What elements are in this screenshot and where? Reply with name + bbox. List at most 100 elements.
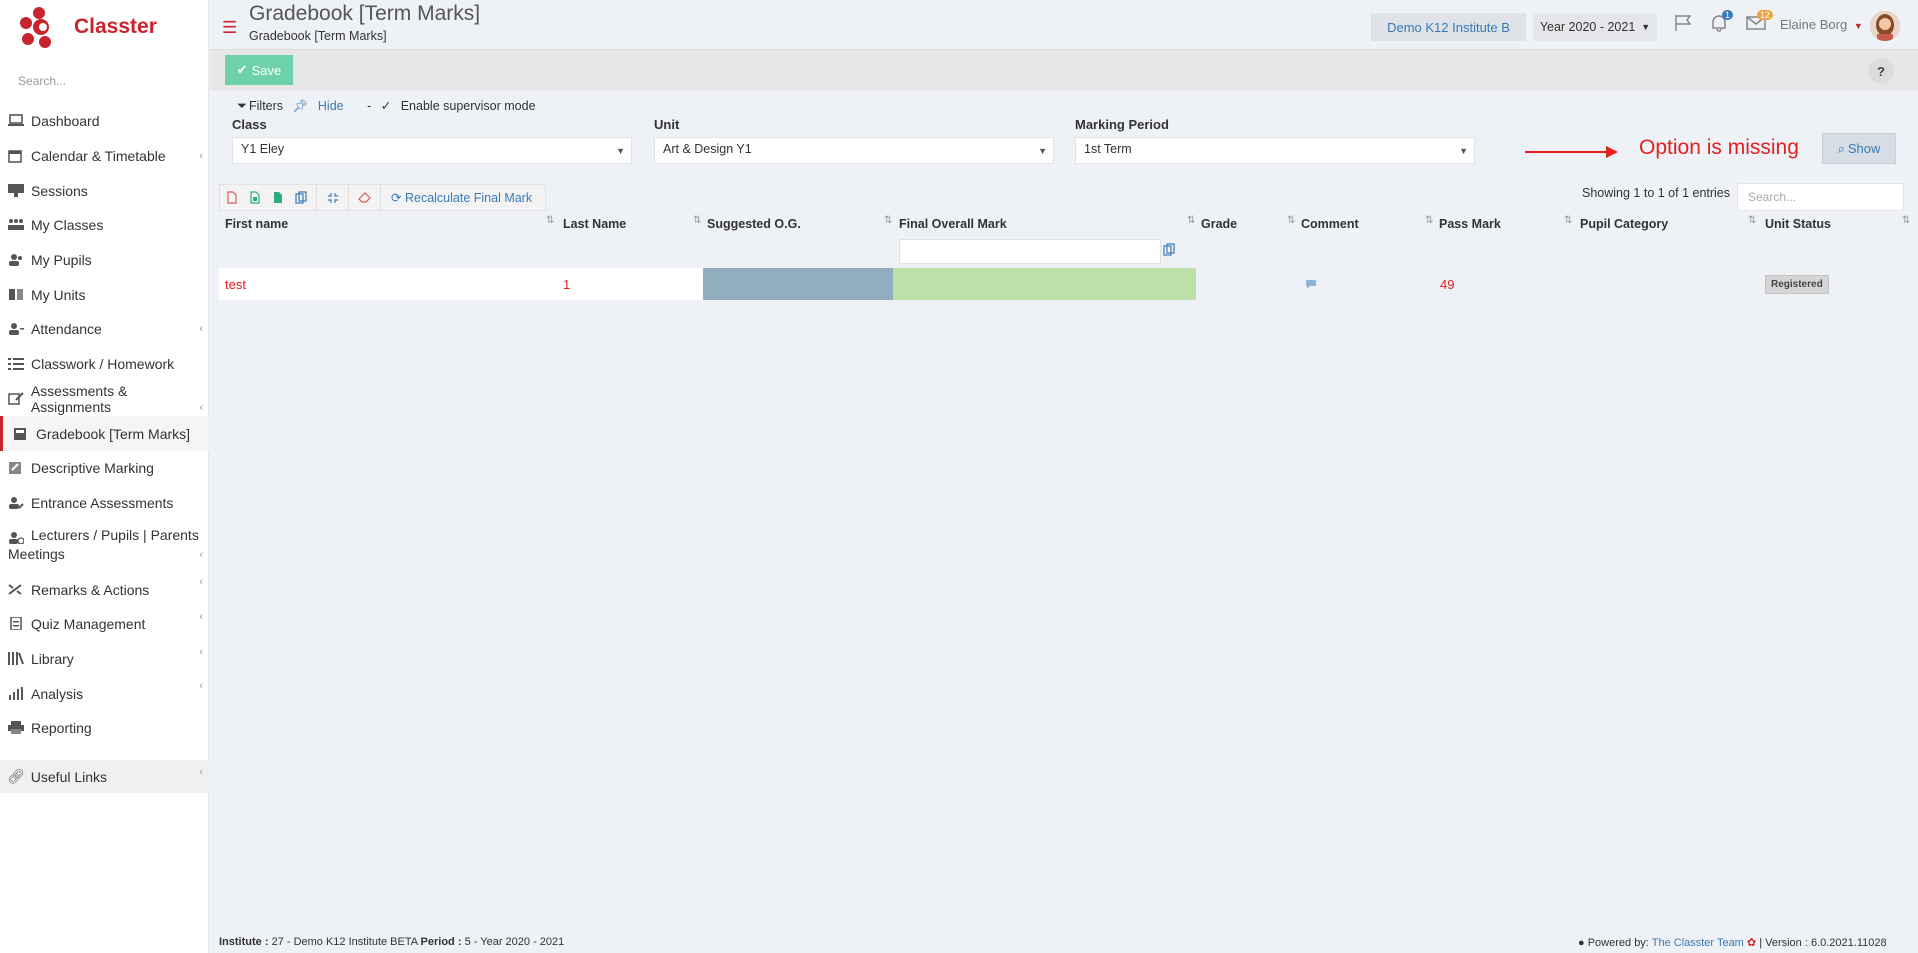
comment-icon[interactable] bbox=[1305, 268, 1317, 300]
show-button[interactable]: ⌕ Show bbox=[1822, 133, 1896, 164]
sort-icon[interactable]: ⇅ bbox=[1564, 215, 1572, 226]
sort-icon[interactable]: ⇅ bbox=[1902, 215, 1910, 226]
sidebar-item-label: My Classes bbox=[31, 217, 104, 234]
chevron-left-icon: ‹ bbox=[199, 149, 203, 162]
institute-selector[interactable]: Demo K12 Institute B bbox=[1371, 13, 1526, 41]
column-first-name[interactable]: First name bbox=[225, 217, 288, 231]
caret-down-icon: ▼ bbox=[1853, 21, 1863, 31]
chevron-left-icon: ‹ bbox=[199, 576, 203, 589]
table-header: First name ⇅ Last Name ⇅ Suggested O.G. … bbox=[219, 215, 1910, 235]
avatar[interactable] bbox=[1870, 11, 1900, 41]
sidebar-item-label: Gradebook [Term Marks] bbox=[36, 425, 191, 442]
sidebar-item-attendance[interactable]: Attendance ‹ bbox=[0, 312, 209, 347]
classter-team-link[interactable]: The Classter Team bbox=[1652, 937, 1744, 949]
pdf-export-icon[interactable] bbox=[220, 184, 243, 211]
user-menu[interactable]: Elaine Borg ▼ bbox=[1780, 17, 1863, 32]
table-search-input[interactable]: Search... bbox=[1737, 183, 1904, 211]
sort-icon[interactable]: ⇅ bbox=[693, 215, 701, 226]
sidebar-item-label: Classwork / Homework bbox=[31, 356, 175, 373]
sidebar-item-my-classes[interactable]: My Classes bbox=[0, 208, 209, 243]
column-unit-status[interactable]: Unit Status bbox=[1765, 217, 1831, 231]
sort-icon[interactable]: ⇅ bbox=[1748, 215, 1756, 226]
cell-first-name[interactable]: test bbox=[225, 268, 246, 300]
unit-select[interactable]: Art & Design Y1 ▼ bbox=[654, 137, 1054, 164]
caret-down-icon: ▼ bbox=[1038, 146, 1047, 156]
printer-icon bbox=[8, 721, 25, 735]
sidebar-item-my-pupils[interactable]: My Pupils bbox=[0, 243, 209, 278]
sidebar-item-meetings[interactable]: Lecturers / Pupils | Parents Meetings ‹ bbox=[0, 520, 209, 572]
table-row: test 1 49 Registered bbox=[219, 268, 1909, 300]
column-comment[interactable]: Comment bbox=[1301, 217, 1359, 231]
sidebar-item-calendar[interactable]: Calendar & Timetable ‹ bbox=[0, 139, 209, 174]
sidebar-item-label: My Pupils bbox=[31, 252, 92, 269]
save-button[interactable]: ✔ Save bbox=[225, 55, 293, 85]
sidebar-item-gradebook[interactable]: Gradebook [Term Marks] bbox=[0, 416, 209, 451]
sidebar-search-input[interactable]: Search... bbox=[18, 74, 66, 88]
compress-icon[interactable] bbox=[321, 184, 344, 211]
cell-last-name[interactable]: 1 bbox=[563, 268, 570, 300]
caret-down-icon: ▼ bbox=[616, 146, 625, 156]
final-mark-filter-input[interactable] bbox=[899, 239, 1161, 264]
cell-suggested-og bbox=[703, 268, 893, 300]
chevron-left-icon: ‹ bbox=[199, 610, 203, 623]
column-final-overall-mark[interactable]: Final Overall Mark bbox=[899, 217, 1007, 231]
excel-export-icon[interactable] bbox=[243, 184, 266, 211]
check-icon: ✔ bbox=[236, 62, 248, 77]
sidebar-item-label: Attendance bbox=[31, 321, 102, 338]
recalculate-label: Recalculate Final Mark bbox=[404, 191, 533, 205]
version-text: | Version : 6.0.2021.11028 bbox=[1759, 937, 1887, 949]
filters-separator: - bbox=[367, 99, 372, 113]
help-button[interactable]: ? bbox=[1868, 58, 1894, 84]
cell-final-overall-mark[interactable] bbox=[893, 268, 1196, 300]
column-last-name[interactable]: Last Name bbox=[563, 217, 626, 231]
column-pass-mark[interactable]: Pass Mark bbox=[1439, 217, 1501, 231]
menu-toggle-icon[interactable]: ☰ bbox=[222, 18, 237, 38]
copy-icon[interactable] bbox=[1163, 243, 1175, 259]
show-button-label: Show bbox=[1847, 141, 1881, 156]
csv-export-icon[interactable] bbox=[266, 184, 289, 211]
column-grade[interactable]: Grade bbox=[1201, 217, 1237, 231]
annotation-arrow-head bbox=[1606, 146, 1618, 158]
class-select[interactable]: Y1 Eley ▼ bbox=[232, 137, 632, 164]
sidebar-item-assessments[interactable]: Assessments & Assignments ‹ bbox=[0, 382, 209, 417]
sidebar-item-library[interactable]: Library ‹ bbox=[0, 642, 209, 677]
hide-filters-link[interactable]: 📌︎ Hide bbox=[293, 99, 350, 113]
sort-icon[interactable]: ⇅ bbox=[1287, 215, 1295, 226]
user-edit-icon bbox=[8, 496, 25, 510]
sidebar-item-remarks[interactable]: Remarks & Actions ‹ bbox=[0, 572, 209, 607]
year-label: Year 2020 - 2021 bbox=[1539, 20, 1636, 34]
recalculate-final-mark-button[interactable]: ⟳ Recalculate Final Mark bbox=[391, 190, 532, 205]
list-check-icon bbox=[8, 357, 25, 371]
sidebar-item-sessions[interactable]: Sessions bbox=[0, 173, 209, 208]
marking-period-value: 1st Term bbox=[1084, 142, 1132, 156]
flag-icon[interactable] bbox=[1674, 14, 1694, 37]
supervisor-mode-toggle[interactable]: ✓ Enable supervisor mode bbox=[381, 99, 542, 113]
year-selector[interactable]: Year 2020 - 2021 ▼ bbox=[1533, 13, 1657, 41]
users-icon bbox=[8, 253, 25, 267]
marking-period-select[interactable]: 1st Term ▼ bbox=[1075, 137, 1475, 164]
sidebar-item-analysis[interactable]: Analysis ‹ bbox=[0, 676, 209, 711]
sidebar-item-classwork[interactable]: Classwork / Homework bbox=[0, 347, 209, 382]
sidebar-item-my-units[interactable]: My Units bbox=[0, 277, 209, 312]
sidebar-item-descriptive-marking[interactable]: Descriptive Marking bbox=[0, 451, 209, 486]
sidebar-item-reporting[interactable]: Reporting bbox=[0, 711, 209, 746]
copy-icon[interactable] bbox=[289, 184, 312, 211]
column-pupil-category[interactable]: Pupil Category bbox=[1580, 217, 1668, 231]
column-suggested-og[interactable]: Suggested O.G. bbox=[707, 217, 801, 231]
classter-logo[interactable]: Classter bbox=[18, 6, 157, 48]
sidebar-item-label: Remarks & Actions bbox=[31, 581, 150, 598]
sidebar-item-label: Quiz Management bbox=[31, 616, 146, 633]
eraser-icon[interactable] bbox=[353, 184, 376, 211]
sort-icon[interactable]: ⇅ bbox=[884, 215, 892, 226]
sort-icon[interactable]: ⇅ bbox=[546, 215, 554, 226]
sidebar-item-dashboard[interactable]: Dashboard bbox=[0, 104, 209, 139]
sidebar-item-label: Analysis bbox=[31, 685, 84, 702]
chevron-left-icon: ‹ bbox=[199, 549, 203, 562]
sidebar-item-useful-links[interactable]: 🔗︎ Useful Links ‹ bbox=[0, 760, 209, 793]
save-button-label: Save bbox=[251, 62, 282, 78]
sidebar-item-quiz[interactable]: Quiz Management ‹ bbox=[0, 607, 209, 642]
classter-mini-logo-icon: ✿ bbox=[1746, 937, 1757, 949]
sort-icon[interactable]: ⇅ bbox=[1187, 215, 1195, 226]
sidebar-item-entrance-assessments[interactable]: Entrance Assessments bbox=[0, 486, 209, 521]
sort-icon[interactable]: ⇅ bbox=[1425, 215, 1433, 226]
